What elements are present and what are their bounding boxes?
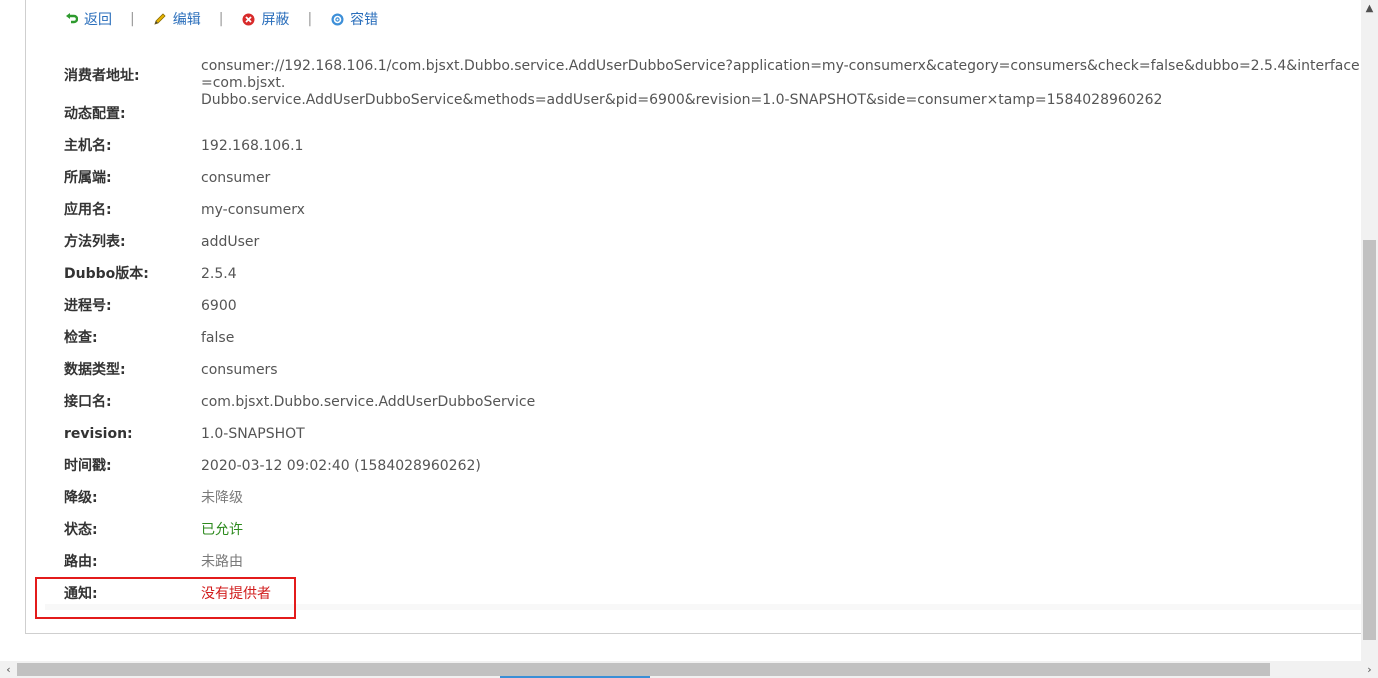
notify-highlight-box <box>35 577 296 619</box>
detail-row-hostname: 主机名: 192.168.106.1 <box>64 130 1360 162</box>
application-value: my-consumerx <box>201 202 305 218</box>
detail-row-category: 数据类型: consumers <box>64 354 1360 386</box>
hostname-label: 主机名: <box>64 138 112 154</box>
tolerance-button[interactable]: 容错 <box>330 9 378 29</box>
vertical-scrollbar-thumb[interactable] <box>1363 240 1376 640</box>
notify-value: 没有提供者 <box>201 586 271 602</box>
detail-row-timestamp: 时间戳: 2020-03-12 09:02:40 (1584028960262) <box>64 450 1360 482</box>
pid-label: 进程号: <box>64 298 112 314</box>
category-label: 数据类型: <box>64 362 126 378</box>
block-label: 屏蔽 <box>261 12 290 28</box>
block-x-icon <box>241 12 255 26</box>
scroll-left-arrow-icon[interactable]: ‹ <box>0 661 17 678</box>
back-button[interactable]: 返回 <box>64 9 112 29</box>
page: 返回 | 编辑 | 屏蔽 | 容错 消费者地址: consumer://192.… <box>0 0 1378 678</box>
detail-row-address: 消费者地址: consumer://192.168.106.1/com.bjsx… <box>64 58 1360 108</box>
tolerance-label: 容错 <box>350 12 379 28</box>
detail-row-dynamic-config: 动态配置: <box>64 98 1360 130</box>
interface-label: 接口名: <box>64 394 112 410</box>
vertical-scrollbar[interactable]: ▲ <box>1361 0 1378 661</box>
route-value: 未路由 <box>201 554 243 570</box>
edit-button[interactable]: 编辑 <box>153 9 201 29</box>
detail-row-degrade: 降级: 未降级 <box>64 482 1360 514</box>
methods-label: 方法列表: <box>64 234 126 250</box>
revision-label: revision: <box>64 426 133 442</box>
horizontal-scrollbar[interactable]: ‹ › <box>0 661 1378 678</box>
side-value: consumer <box>201 170 271 186</box>
detail-row-application: 应用名: my-consumerx <box>64 194 1360 226</box>
hostname-value: 192.168.106.1 <box>201 138 304 154</box>
toolbar-separator: | <box>130 11 135 27</box>
check-value: false <box>201 330 235 346</box>
timestamp-label: 时间戳: <box>64 458 112 474</box>
address-label: 消费者地址: <box>64 68 140 84</box>
revision-value: 1.0-SNAPSHOT <box>201 426 305 442</box>
detail-row-check: 检查: false <box>64 322 1360 354</box>
detail-row-dubbo-version: Dubbo版本: 2.5.4 <box>64 258 1360 290</box>
detail-row-status: 状态: 已允许 <box>64 514 1360 546</box>
toolbar-separator: | <box>307 11 313 27</box>
status-label: 状态: <box>64 522 98 538</box>
return-arrow-icon <box>64 12 78 26</box>
route-label: 路由: <box>64 554 98 570</box>
toolbar-separator: | <box>218 11 224 27</box>
check-label: 检查: <box>64 330 98 346</box>
gear-icon <box>330 12 344 26</box>
status-value: 已允许 <box>201 522 243 538</box>
detail-row-methods: 方法列表: addUser <box>64 226 1360 258</box>
edit-label: 编辑 <box>172 12 201 28</box>
pid-value: 6900 <box>201 298 237 314</box>
toolbar: 返回 | 编辑 | 屏蔽 | 容错 <box>64 9 378 29</box>
side-label: 所属端: <box>64 170 112 186</box>
methods-value: addUser <box>201 234 260 250</box>
back-label: 返回 <box>84 12 112 28</box>
dynamic-config-value <box>201 98 1360 106</box>
application-label: 应用名: <box>64 202 112 218</box>
block-button[interactable]: 屏蔽 <box>241 9 289 29</box>
interface-value: com.bjsxt.Dubbo.service.AddUserDubboServ… <box>201 394 536 410</box>
dubbo-version-value: 2.5.4 <box>201 266 237 282</box>
timestamp-value: 2020-03-12 09:02:40 (1584028960262) <box>201 458 481 474</box>
category-value: consumers <box>201 362 278 378</box>
address-value-line1: consumer://192.168.106.1/com.bjsxt.Dubbo… <box>201 58 1360 91</box>
detail-row-interface: 接口名: com.bjsxt.Dubbo.service.AddUserDubb… <box>64 386 1360 418</box>
degrade-value: 未降级 <box>201 490 243 506</box>
dynamic-config-label: 动态配置: <box>64 106 126 122</box>
dubbo-version-label: Dubbo版本: <box>64 266 149 282</box>
horizontal-scrollbar-thumb[interactable] <box>17 663 1270 676</box>
detail-row-side: 所属端: consumer <box>64 162 1360 194</box>
consumer-detail-table: 消费者地址: consumer://192.168.106.1/com.bjsx… <box>64 58 1360 610</box>
detail-row-pid: 进程号: 6900 <box>64 290 1360 322</box>
scroll-right-arrow-icon[interactable]: › <box>1361 661 1378 678</box>
pencil-icon <box>153 12 167 26</box>
detail-row-revision: revision: 1.0-SNAPSHOT <box>64 418 1360 450</box>
scroll-up-arrow-icon[interactable]: ▲ <box>1361 0 1378 17</box>
detail-row-route: 路由: 未路由 <box>64 546 1360 578</box>
degrade-label: 降级: <box>64 490 98 506</box>
